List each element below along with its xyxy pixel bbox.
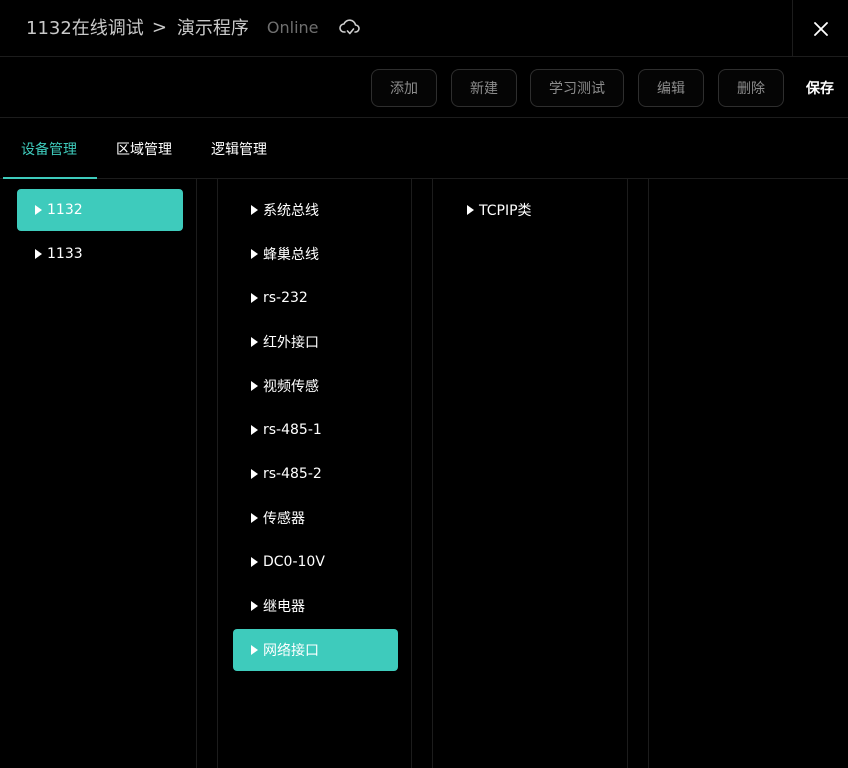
edit-button[interactable]: 编辑 bbox=[638, 69, 704, 107]
tab-area-management[interactable]: 区域管理 bbox=[116, 118, 172, 179]
column-divider bbox=[627, 179, 628, 768]
caret-right-icon bbox=[251, 645, 258, 655]
caret-right-icon bbox=[251, 381, 258, 391]
column-divider bbox=[411, 179, 412, 768]
interface-item-video-sensor[interactable]: 视频传感 bbox=[233, 365, 398, 407]
interface-item-sensor[interactable]: 传感器 bbox=[233, 497, 398, 539]
caret-right-icon bbox=[35, 205, 42, 215]
column-divider bbox=[217, 179, 218, 768]
interface-item-label: 传感器 bbox=[263, 511, 305, 527]
interface-item-label: 继电器 bbox=[263, 599, 305, 615]
tab-device-management[interactable]: 设备管理 bbox=[21, 118, 77, 179]
interface-item-label: 网络接口 bbox=[263, 643, 319, 659]
device-item-label: 1132 bbox=[47, 202, 83, 218]
interface-item-label: DC0-10V bbox=[263, 554, 325, 570]
interface-item-label: 系统总线 bbox=[263, 203, 319, 219]
interface-item-rs-485-2[interactable]: rs-485-2 bbox=[233, 453, 398, 495]
interface-item-system-bus[interactable]: 系统总线 bbox=[233, 189, 398, 231]
caret-right-icon bbox=[251, 337, 258, 347]
protocol-item-tcpip[interactable]: TCPIP类 bbox=[449, 189, 614, 231]
interface-item-label: 蜂巢总线 bbox=[263, 247, 319, 263]
interface-item-label: 红外接口 bbox=[263, 335, 319, 351]
caret-right-icon bbox=[251, 557, 258, 567]
interface-item-rs-485-1[interactable]: rs-485-1 bbox=[233, 409, 398, 451]
interface-item-label: 视频传感 bbox=[263, 379, 319, 395]
device-item-1133[interactable]: 1133 bbox=[17, 233, 183, 275]
toolbar: 添加 新建 学习测试 编辑 删除 保存 bbox=[0, 57, 848, 118]
interface-item-label: rs-485-1 bbox=[263, 422, 322, 438]
breadcrumb-root[interactable]: 1132在线调试 bbox=[26, 14, 144, 40]
caret-right-icon bbox=[251, 293, 258, 303]
breadcrumb: 1132在线调试 > 演示程序 Online bbox=[26, 14, 361, 40]
caret-right-icon bbox=[467, 205, 474, 215]
new-button[interactable]: 新建 bbox=[451, 69, 517, 107]
close-button[interactable] bbox=[792, 0, 848, 57]
connection-status: Online bbox=[266, 17, 319, 37]
detail-pane bbox=[649, 180, 848, 768]
interface-item-label: rs-232 bbox=[263, 290, 308, 306]
delete-button[interactable]: 删除 bbox=[718, 69, 784, 107]
caret-right-icon bbox=[35, 249, 42, 259]
cloud-sync-icon[interactable] bbox=[338, 17, 361, 37]
column-divider bbox=[432, 179, 433, 768]
interface-item-dc0-10v[interactable]: DC0-10V bbox=[233, 541, 398, 583]
caret-right-icon bbox=[251, 205, 258, 215]
interface-item-rs-232[interactable]: rs-232 bbox=[233, 277, 398, 319]
breadcrumb-current: 演示程序 bbox=[176, 18, 249, 39]
close-icon bbox=[813, 21, 828, 36]
breadcrumb-separator: > bbox=[151, 16, 167, 38]
caret-right-icon bbox=[251, 249, 258, 259]
interface-item-hive-bus[interactable]: 蜂巢总线 bbox=[233, 233, 398, 275]
caret-right-icon bbox=[251, 513, 258, 523]
interface-item-relay[interactable]: 继电器 bbox=[233, 585, 398, 627]
protocol-item-label: TCPIP类 bbox=[479, 203, 532, 219]
interface-item-network[interactable]: 网络接口 bbox=[233, 629, 398, 671]
save-button[interactable]: 保存 bbox=[798, 69, 842, 107]
column-divider bbox=[196, 179, 197, 768]
active-tab-indicator bbox=[3, 177, 97, 179]
add-button[interactable]: 添加 bbox=[371, 69, 437, 107]
tab-bar: 设备管理 区域管理 逻辑管理 bbox=[0, 118, 848, 179]
caret-right-icon bbox=[251, 601, 258, 611]
device-item-1132[interactable]: 1132 bbox=[17, 189, 183, 231]
caret-right-icon bbox=[251, 425, 258, 435]
device-item-label: 1133 bbox=[47, 246, 83, 262]
caret-right-icon bbox=[251, 469, 258, 479]
interface-item-infrared[interactable]: 红外接口 bbox=[233, 321, 398, 363]
learn-test-button[interactable]: 学习测试 bbox=[530, 69, 624, 107]
title-bar: 1132在线调试 > 演示程序 Online bbox=[0, 0, 848, 57]
tab-logic-management[interactable]: 逻辑管理 bbox=[211, 118, 267, 179]
interface-item-label: rs-485-2 bbox=[263, 466, 322, 482]
